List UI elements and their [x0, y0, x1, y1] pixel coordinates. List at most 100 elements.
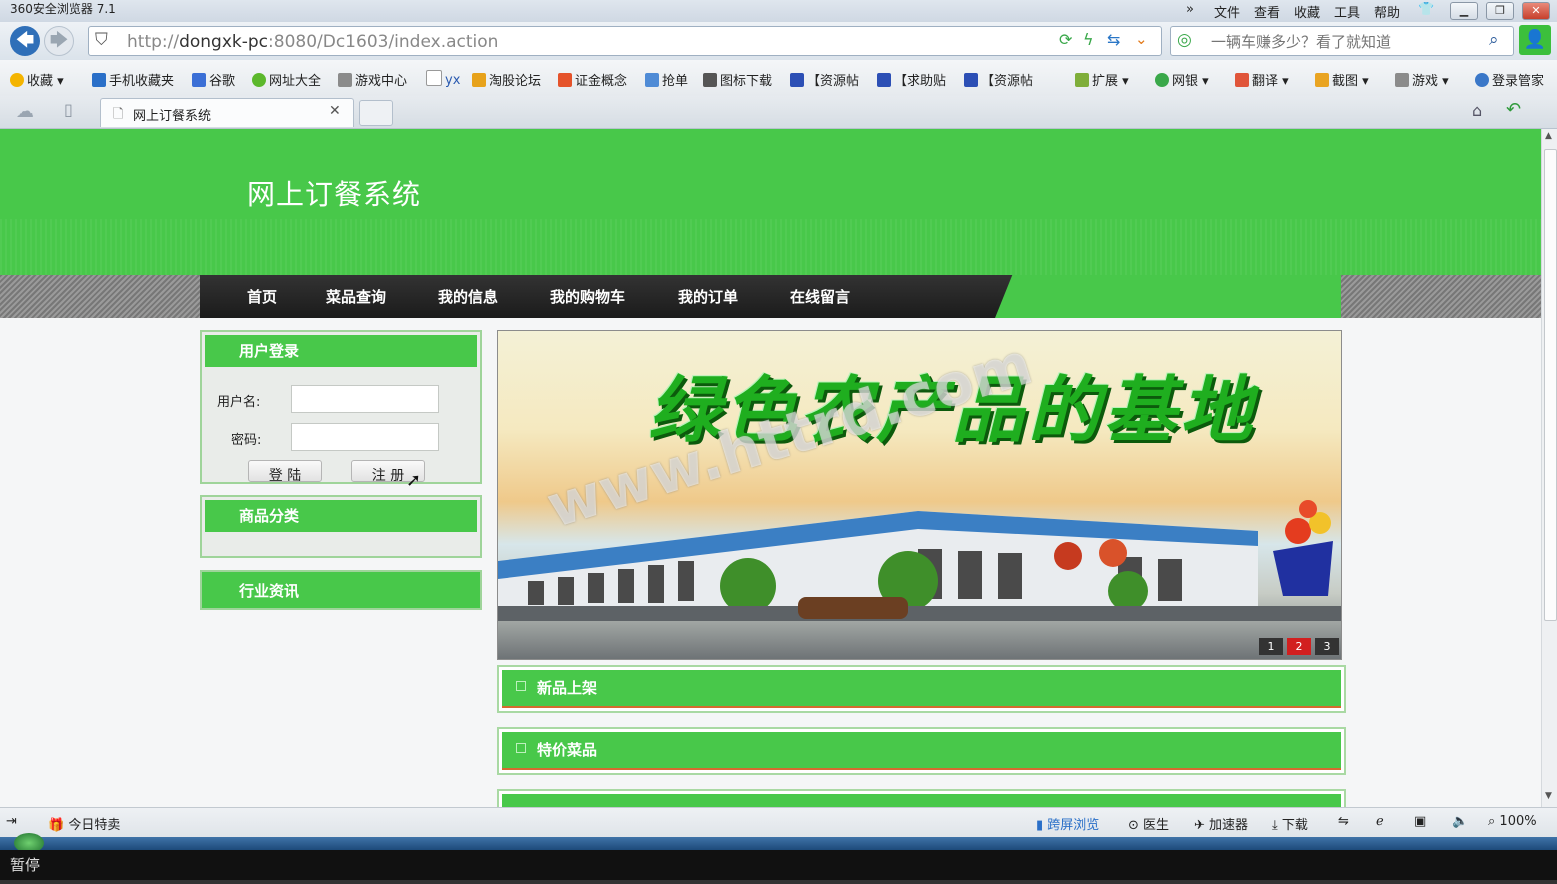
switch-icon[interactable]: ⇋ [1338, 814, 1349, 829]
fav-link-yx[interactable]: yx [426, 70, 460, 88]
nav-dish-search[interactable]: 菜品查询 [326, 286, 386, 307]
menu-help[interactable]: 帮助 [1374, 2, 1400, 21]
portal-icon [252, 73, 266, 87]
ebank-button[interactable]: 网银 ▾ [1155, 70, 1209, 89]
close-window-button[interactable]: ✕ [1522, 2, 1550, 20]
nav-accent [995, 275, 1341, 318]
sidebar-toggle-icon[interactable]: ⇥ [6, 814, 17, 829]
forum-icon [472, 73, 486, 87]
phone-icon [92, 73, 106, 87]
section-special-dishes: 特价菜品 [497, 727, 1346, 775]
nav-online-message[interactable]: 在线留言 [790, 286, 850, 307]
nav-my-cart[interactable]: 我的购物车 [550, 286, 625, 307]
scroll-up-icon[interactable]: ▲ [1545, 131, 1552, 141]
player-progress[interactable] [0, 880, 1557, 884]
translate-button[interactable]: 翻译 ▾ [1235, 70, 1289, 89]
new-tab-button[interactable] [359, 100, 393, 126]
window-icon[interactable]: ▣ [1414, 814, 1426, 829]
volume-icon[interactable]: 🔈 [1452, 814, 1468, 829]
fav-link-help[interactable]: 【求助贴 [877, 70, 946, 89]
menu-file[interactable]: 文件 [1214, 2, 1240, 21]
nav-my-orders[interactable]: 我的订单 [678, 286, 738, 307]
user-login-icon[interactable]: 👤 [1519, 25, 1551, 55]
fav-link-portal[interactable]: 网址大全 [252, 70, 321, 89]
fav-link-resource-2[interactable]: 【资源帖 [964, 70, 1033, 89]
section-new-arrivals-title[interactable]: 新品上架 [537, 677, 597, 698]
scroll-down-icon[interactable]: ▼ [1545, 791, 1552, 801]
forward-button[interactable]: 🡆 [44, 26, 74, 56]
address-bar[interactable]: ⛉ http://dongxk-pc:8080/Dc1603/index.act… [88, 26, 1162, 56]
cloud-icon[interactable]: ☁ [16, 101, 34, 122]
banner-slideshow[interactable]: 绿色农产品的基地 www.httrd.com 1 2 3 [497, 330, 1342, 660]
vertical-scrollbar[interactable]: ▲ ▼ [1541, 129, 1557, 807]
site-title: 网上订餐系统 [247, 178, 422, 211]
search-engine-icon[interactable]: ◎ [1177, 30, 1192, 50]
more-menu-icon[interactable]: » [1186, 2, 1194, 17]
address-dropdown-icon[interactable]: ⌄ [1135, 30, 1148, 48]
url-text[interactable]: http://dongxk-pc:8080/Dc1603/index.actio… [127, 32, 498, 52]
login-heading: 用户登录 [205, 335, 477, 367]
fav-link-icons[interactable]: 图标下载 [703, 70, 772, 89]
menu-view[interactable]: 查看 [1254, 2, 1280, 21]
banner-page-2[interactable]: 2 [1287, 638, 1311, 655]
ie-mode-icon[interactable]: ℯ [1376, 814, 1384, 829]
games-button[interactable]: 游戏 ▾ [1395, 70, 1449, 89]
player-status[interactable]: 暂停 [10, 854, 40, 875]
fav-link-grab[interactable]: 抢单 [645, 70, 688, 89]
tab-active[interactable]: 🗋 网上订餐系统 ✕ [100, 98, 354, 127]
daily-deals-link[interactable]: 🎁 今日特卖 [48, 814, 120, 833]
section-special-dishes-title[interactable]: 特价菜品 [537, 739, 597, 760]
os-taskbar [0, 833, 1557, 853]
screenshot-button[interactable]: 截图 ▾ [1315, 70, 1369, 89]
status-bar: ⇥ 🎁 今日特卖 ▮ 跨屏浏览 ⊙ 医生 ✈ 加速器 ⤓ 下载 ⇋ ℯ ▣ 🔈 … [0, 807, 1557, 838]
menu-tools[interactable]: 工具 [1334, 2, 1360, 21]
login-button[interactable]: 登 陆 [248, 460, 322, 482]
gamepad-icon [338, 73, 352, 87]
close-tab-icon[interactable]: ✕ [329, 103, 341, 119]
fav-link-concept[interactable]: 证金概念 [558, 70, 627, 89]
fav-link-games[interactable]: 游戏中心 [338, 70, 407, 89]
fav-link-resource-1[interactable]: 【资源帖 [790, 70, 859, 89]
zoom-control[interactable]: ⌕ 100% [1488, 814, 1537, 829]
browser-title: 360安全浏览器 7.1 [10, 2, 116, 16]
minimize-button[interactable]: ▁ [1450, 2, 1478, 20]
section-bar [502, 670, 1341, 708]
extensions-button[interactable]: 扩展 ▾ [1075, 70, 1129, 89]
search-box[interactable]: ◎ ⌕ [1170, 26, 1514, 56]
doctor-button[interactable]: ⊙ 医生 [1128, 814, 1169, 833]
favorites-button[interactable]: 收藏 ▾ [10, 70, 64, 89]
undo-close-icon[interactable]: ↶ [1506, 99, 1521, 120]
fav-link-mobile[interactable]: 手机收藏夹 [92, 70, 174, 89]
grab-icon [645, 73, 659, 87]
login-manager-button[interactable]: 登录管家 [1475, 70, 1544, 89]
restore-button[interactable]: ❐ [1486, 2, 1514, 20]
nav-my-info[interactable]: 我的信息 [438, 286, 498, 307]
search-icon[interactable]: ⌕ [1489, 30, 1499, 50]
accelerator-button[interactable]: ✈ 加速器 [1194, 814, 1248, 833]
gift-icon: 🎁 [48, 818, 65, 833]
scroll-thumb[interactable] [1544, 149, 1557, 621]
cross-screen-button[interactable]: ▮ 跨屏浏览 [1036, 814, 1099, 833]
page-icon [426, 70, 442, 86]
news-heading[interactable]: 行业资讯 [205, 575, 477, 607]
fav-link-stock-forum[interactable]: 淘股论坛 [472, 70, 541, 89]
password-input[interactable] [291, 423, 439, 451]
refresh-icon[interactable]: ⟳ [1059, 30, 1072, 49]
paw-icon [877, 73, 891, 87]
banner-page-1[interactable]: 1 [1259, 638, 1283, 655]
news-panel: 行业资讯 [200, 570, 482, 610]
username-input[interactable] [291, 385, 439, 413]
home-icon[interactable]: ⌂ [1472, 101, 1482, 120]
menu-favorites[interactable]: 收藏 [1294, 2, 1320, 21]
speed-mode-icon[interactable]: ϟ [1083, 30, 1094, 49]
banner-page-3[interactable]: 3 [1315, 638, 1339, 655]
mobile-icon[interactable]: ▯ [64, 100, 73, 119]
compat-mode-icon[interactable]: ⇆ [1107, 30, 1120, 49]
download-button[interactable]: ⤓ 下载 [1272, 814, 1308, 833]
nav-home[interactable]: 首页 [247, 286, 277, 307]
fav-link-google[interactable]: 谷歌 [192, 70, 235, 89]
square-icon [516, 743, 526, 753]
back-button[interactable]: 🡄 [10, 26, 40, 56]
skin-icon[interactable]: 👕 [1418, 2, 1434, 17]
search-input[interactable] [1211, 32, 1481, 52]
